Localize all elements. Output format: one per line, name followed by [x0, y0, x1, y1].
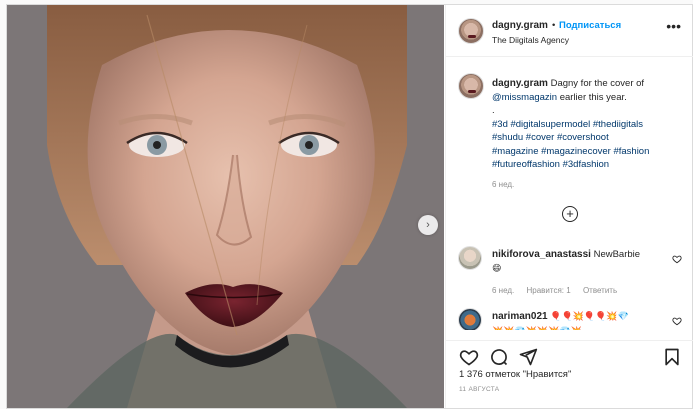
comment-icon[interactable]	[489, 347, 509, 367]
author-avatar[interactable]	[458, 18, 484, 44]
portrait-illustration	[7, 5, 444, 408]
caption-mention-link[interactable]: @missmagazin	[492, 92, 557, 103]
post-actions-bar	[446, 340, 693, 366]
commenter-avatar[interactable]	[458, 246, 482, 270]
likes-count[interactable]: 1 376 отметок "Нравится"	[459, 369, 571, 380]
comment-reply-button[interactable]: Ответить	[583, 286, 617, 295]
bookmark-icon[interactable]	[662, 347, 682, 367]
comment-emoji-line-1: 🎈🎈💥🎈🎈💥💎	[550, 312, 629, 322]
comment-body: NewBarbie	[593, 249, 641, 260]
author-username[interactable]: dagny.gram	[492, 20, 548, 31]
post-image[interactable]: ›	[7, 5, 444, 408]
comments-scroll[interactable]: dagny.gram Dagny for the cover of @missm…	[446, 58, 693, 330]
caption-body-end: earlier this year.	[559, 91, 627, 103]
caption-text: dagny.gram Dagny for the cover of @missm…	[492, 77, 688, 191]
hashtags-line-3[interactable]: #magazine #magazinecover #fashion	[492, 146, 649, 157]
post-card: › dagny.gram • Подписаться The Diigitals…	[6, 4, 693, 409]
carousel-next-button[interactable]: ›	[418, 215, 438, 235]
more-horizontal-icon[interactable]: •••	[666, 19, 681, 33]
heart-icon[interactable]	[672, 316, 682, 326]
post-header: dagny.gram • Подписаться The Diigitals A…	[446, 5, 693, 57]
caption-body: Dagny for the cover of	[550, 78, 645, 89]
separator-dot: •	[552, 20, 556, 31]
heart-icon[interactable]	[672, 254, 682, 264]
heart-icon[interactable]	[459, 347, 479, 367]
caption-dot-line: .	[492, 105, 495, 116]
hashtags-line-2[interactable]: #shudu #cover #covershoot	[492, 132, 609, 143]
commenter-username[interactable]: nikiforova_anastassi	[492, 249, 591, 260]
comment-time[interactable]: 6 нед.	[492, 286, 514, 295]
page: › dagny.gram • Подписаться The Diigitals…	[0, 0, 693, 409]
commenter-username[interactable]: nariman021	[492, 311, 548, 322]
share-icon[interactable]	[518, 347, 538, 367]
hashtags-line-1[interactable]: #3d #digitalsupermodel #thediigitals	[492, 119, 643, 130]
caption-username[interactable]: dagny.gram	[492, 78, 548, 89]
chevron-right-icon: ›	[426, 219, 430, 231]
comment-meta: 6 нед. Нравится: 1 Ответить	[492, 286, 627, 295]
caption-time[interactable]: 6 нед.	[492, 180, 514, 189]
plus-circle-icon[interactable]: +	[562, 206, 578, 222]
comment-text: nikiforova_anastassi NewBarbie 😄	[492, 248, 652, 276]
caption-avatar[interactable]	[458, 73, 484, 99]
comment-emoji: 😄	[492, 263, 502, 274]
comment-emoji-line-2: 💥💥💎💥💥💥💎💥	[492, 327, 582, 331]
author-subtitle[interactable]: The Diigitals Agency	[492, 35, 569, 45]
comment-text: nariman021 🎈🎈💥🎈🎈💥💎 💥💥💎💥💥💥💎💥	[492, 310, 652, 330]
comment-likes[interactable]: Нравится: 1	[527, 286, 571, 295]
post-date[interactable]: 11 АВГУСТА	[459, 386, 499, 393]
post-side-panel: dagny.gram • Подписаться The Diigitals A…	[445, 5, 693, 408]
follow-button[interactable]: Подписаться	[559, 20, 621, 31]
commenter-avatar[interactable]	[458, 308, 482, 330]
hashtags-line-4[interactable]: #futureoffashion #3dfashion	[492, 159, 609, 170]
